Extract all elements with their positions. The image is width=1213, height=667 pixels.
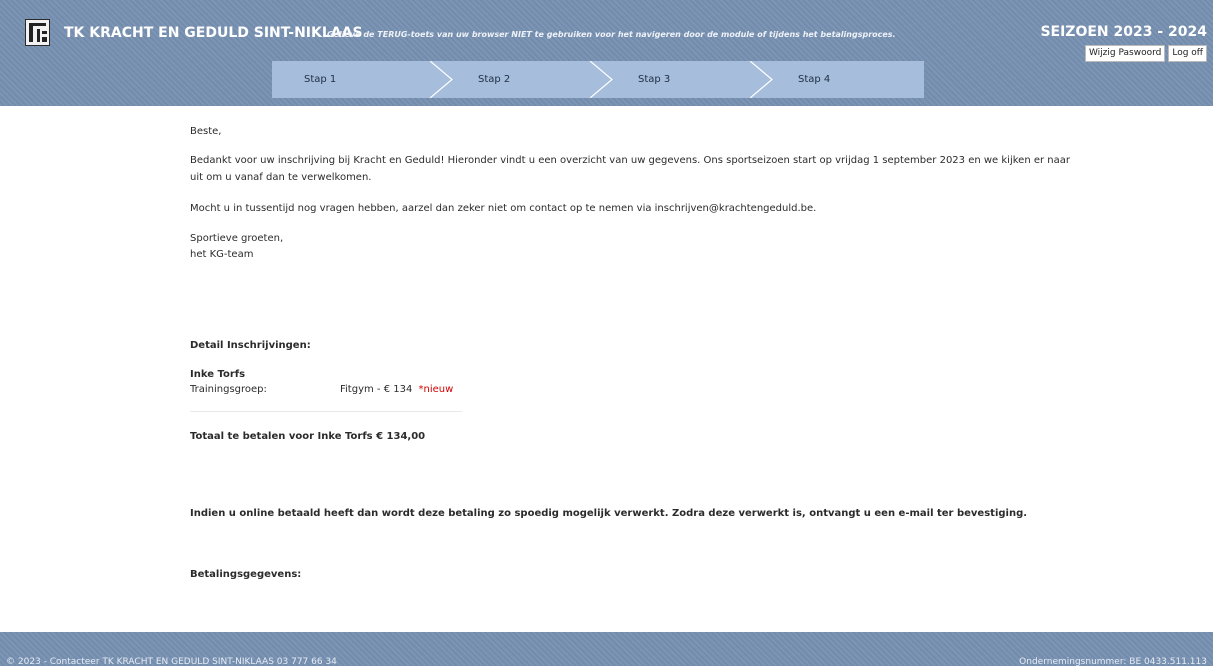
training-group-value: Fitgym - € 134 *nieuw <box>340 384 453 395</box>
page-header: TK KRACHT EN GEDULD SINT-NIKLAAS Gelieve… <box>0 0 1213 106</box>
member-name: Inke Torfs <box>190 369 246 380</box>
training-group-label: Trainingsgroep: <box>190 384 267 395</box>
club-name: TK KRACHT EN GEDULD SINT-NIKLAAS <box>64 25 363 41</box>
page-footer: © 2023 - Contacteer TK KRACHT EN GEDULD … <box>0 632 1213 667</box>
step-2: Stap 2 <box>442 61 602 98</box>
letter-greeting: Beste, <box>190 126 222 137</box>
step-3-label: Stap 3 <box>638 74 671 85</box>
step-progress-bar: Stap 1 Stap 2 Stap 3 Stap 4 <box>272 61 924 98</box>
step-2-label: Stap 2 <box>478 74 511 85</box>
step-4: Stap 4 <box>762 61 924 98</box>
club-logo-icon <box>25 19 50 46</box>
step-1: Stap 1 <box>272 61 442 98</box>
logoff-button[interactable]: Log off <box>1168 45 1207 62</box>
training-group-name: Fitgym - € 134 <box>340 384 413 395</box>
account-actions: Wijzig Paswoord Log off <box>1084 45 1207 62</box>
step-3: Stap 3 <box>602 61 762 98</box>
letter-paragraph-1-line-1: Bedankt voor uw inschrijving bij Kracht … <box>190 155 1070 166</box>
letter-paragraph-1-line-2: uit om u vanaf dan te verwelkomen. <box>190 172 372 183</box>
details-heading: Detail Inschrijvingen: <box>190 340 311 351</box>
payment-details-heading: Betalingsgegevens: <box>190 569 302 580</box>
divider <box>190 411 462 412</box>
letter-closing-2: het KG-team <box>190 249 254 260</box>
new-badge: *nieuw <box>418 384 454 395</box>
step-separator-3 <box>750 61 773 98</box>
step-separator-2 <box>590 61 613 98</box>
letter-paragraph-2: Mocht u in tussentijd nog vragen hebben,… <box>190 203 817 214</box>
change-password-button[interactable]: Wijzig Paswoord <box>1084 45 1166 62</box>
total-to-pay: Totaal te betalen voor Inke Torfs € 134,… <box>190 431 426 442</box>
step-4-label: Stap 4 <box>798 74 831 85</box>
step-1-label: Stap 1 <box>304 74 337 85</box>
letter-closing-1: Sportieve groeten, <box>190 233 284 244</box>
back-button-notice: Gelieve de TERUG-toets van uw browser NI… <box>327 30 896 39</box>
season-label: SEIZOEN 2023 - 2024 <box>1040 24 1207 40</box>
step-separator-1 <box>430 61 453 98</box>
payment-processing-note: Indien u online betaald heeft dan wordt … <box>190 508 1028 519</box>
